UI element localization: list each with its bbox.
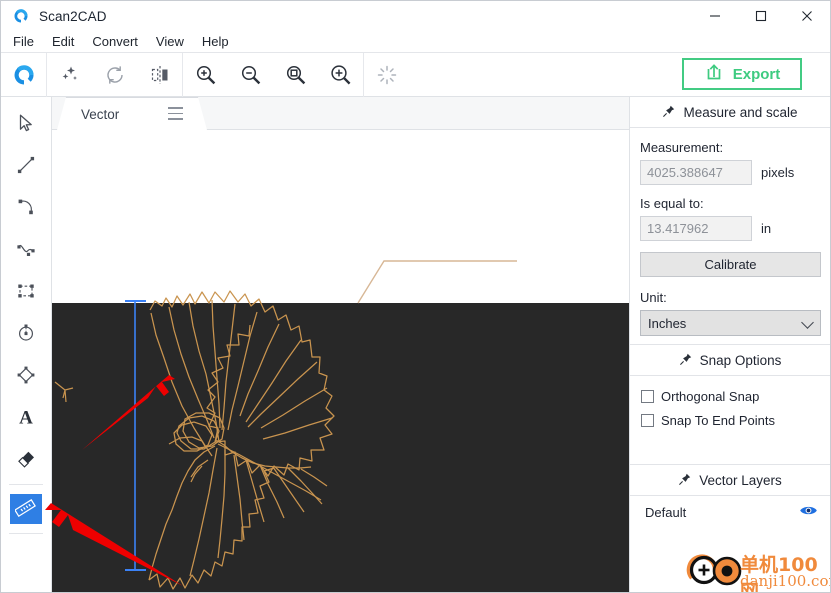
is-equal-to-unit-label: in bbox=[761, 221, 772, 236]
scan2cad-logo-icon bbox=[12, 7, 30, 25]
main-toolbar: 2D Export bbox=[1, 52, 830, 97]
polygon-tool[interactable] bbox=[1, 355, 51, 397]
layer-row-default[interactable]: Default bbox=[630, 496, 830, 520]
application-window: Scan2CAD File Edit Convert View Help 2D bbox=[0, 0, 831, 593]
mirror-button[interactable] bbox=[137, 53, 182, 96]
eye-icon[interactable] bbox=[799, 504, 818, 520]
orthogonal-snap-checkbox[interactable] bbox=[641, 390, 654, 403]
spinner-icon bbox=[364, 53, 409, 96]
is-equal-to-input[interactable]: 13.417962 bbox=[640, 216, 752, 241]
measure-and-scale-title: Measure and scale bbox=[683, 104, 798, 120]
svg-text:A: A bbox=[19, 407, 33, 428]
is-equal-to-row: 13.417962 in bbox=[640, 216, 820, 241]
clean-image-button[interactable] bbox=[47, 53, 92, 96]
zoom-out-button[interactable] bbox=[228, 53, 273, 96]
line-icon bbox=[15, 154, 37, 179]
line-tool[interactable] bbox=[1, 145, 51, 187]
is-equal-to-label: Is equal to: bbox=[640, 196, 704, 211]
select-tool[interactable] bbox=[1, 103, 51, 145]
vector-layers-title: Vector Layers bbox=[699, 472, 782, 488]
measurement-input[interactable]: 4025.388647 bbox=[640, 160, 752, 185]
minimize-button[interactable] bbox=[692, 1, 738, 31]
svg-text:2D: 2D bbox=[20, 75, 27, 81]
polygon-icon bbox=[15, 364, 37, 389]
hamburger-menu-icon[interactable] bbox=[168, 107, 183, 120]
rectangle-icon bbox=[15, 280, 37, 305]
spline-icon bbox=[15, 238, 37, 263]
chevron-down-icon bbox=[801, 316, 814, 329]
text-tool[interactable]: A bbox=[1, 397, 51, 439]
eraser-icon bbox=[15, 448, 37, 473]
export-button-label: Export bbox=[732, 65, 781, 83]
measure-panel-body: Measurement: 4025.388647 pixels Is equal… bbox=[630, 128, 830, 344]
right-side-panel: Measure and scale Measurement: 4025.3886… bbox=[629, 97, 830, 592]
menu-item-convert[interactable]: Convert bbox=[83, 32, 147, 52]
vector-fan-shape bbox=[149, 290, 335, 477]
unit-select[interactable]: Inches bbox=[640, 310, 821, 336]
unit-label: Unit: bbox=[640, 290, 667, 305]
zoom-fit-button[interactable] bbox=[273, 53, 318, 96]
title-bar: Scan2CAD bbox=[1, 1, 830, 31]
pin-icon bbox=[678, 472, 692, 489]
menu-item-help[interactable]: Help bbox=[193, 32, 238, 52]
measurement-unit-label: pixels bbox=[761, 165, 795, 180]
snap-to-end-points-checkbox[interactable] bbox=[641, 414, 654, 427]
unit-select-value: Inches bbox=[648, 315, 687, 331]
measure-and-scale-header[interactable]: Measure and scale bbox=[630, 97, 830, 128]
circle-tool[interactable] bbox=[1, 313, 51, 355]
app-logo-button[interactable]: 2D bbox=[1, 53, 46, 96]
orthogonal-snap-label: Orthogonal Snap bbox=[661, 389, 760, 404]
zoom-selection-button[interactable] bbox=[318, 53, 363, 96]
menu-bar: File Edit Convert View Help bbox=[1, 31, 830, 53]
layer-name-label: Default bbox=[645, 504, 687, 520]
vector-polyline-top bbox=[357, 260, 517, 304]
upload-icon bbox=[704, 62, 724, 86]
snap-panel-body: Orthogonal Snap Snap To End Points bbox=[630, 376, 830, 443]
close-button[interactable] bbox=[784, 1, 830, 31]
rotate-button[interactable] bbox=[92, 53, 137, 96]
window-controls bbox=[692, 1, 830, 31]
text-a-icon: A bbox=[15, 406, 37, 431]
document-tab-strip: Vector bbox=[52, 97, 629, 130]
calibrate-button[interactable]: Calibrate bbox=[640, 252, 821, 277]
menu-item-edit[interactable]: Edit bbox=[43, 32, 83, 52]
pin-icon bbox=[662, 104, 676, 121]
annotation-arrow-measure-line bbox=[82, 375, 175, 450]
rail-divider bbox=[9, 484, 43, 485]
spline-tool[interactable] bbox=[1, 229, 51, 271]
window-title: Scan2CAD bbox=[39, 8, 107, 24]
snap-to-end-points-row[interactable]: Snap To End Points bbox=[641, 413, 820, 428]
menu-item-file[interactable]: File bbox=[4, 32, 43, 52]
rectangle-tool[interactable] bbox=[1, 271, 51, 313]
arc-tool[interactable] bbox=[1, 187, 51, 229]
annotation-arrow-measure-tool bbox=[45, 503, 183, 586]
menu-item-view[interactable]: View bbox=[147, 32, 193, 52]
snap-options-header[interactable]: Snap Options bbox=[630, 345, 830, 376]
arc-icon bbox=[15, 196, 37, 221]
tab-vector-label: Vector bbox=[81, 106, 120, 122]
zoom-in-button[interactable] bbox=[183, 53, 228, 96]
snap-options-title: Snap Options bbox=[699, 352, 782, 368]
pin-icon bbox=[679, 352, 693, 369]
vector-layers-header[interactable]: Vector Layers bbox=[630, 465, 830, 496]
maximize-button[interactable] bbox=[738, 1, 784, 31]
tab-vector[interactable]: Vector bbox=[57, 97, 207, 130]
eraser-tool[interactable] bbox=[1, 439, 51, 481]
export-button[interactable]: Export bbox=[682, 58, 802, 90]
measurement-label: Measurement: bbox=[640, 140, 724, 155]
measurement-row: 4025.388647 pixels bbox=[640, 160, 820, 185]
orthogonal-snap-row[interactable]: Orthogonal Snap bbox=[641, 389, 820, 404]
cursor-arrow-icon bbox=[15, 112, 37, 137]
vector-stray-mark bbox=[54, 381, 74, 403]
circle-icon bbox=[15, 322, 37, 347]
snap-to-end-points-label: Snap To End Points bbox=[661, 413, 775, 428]
